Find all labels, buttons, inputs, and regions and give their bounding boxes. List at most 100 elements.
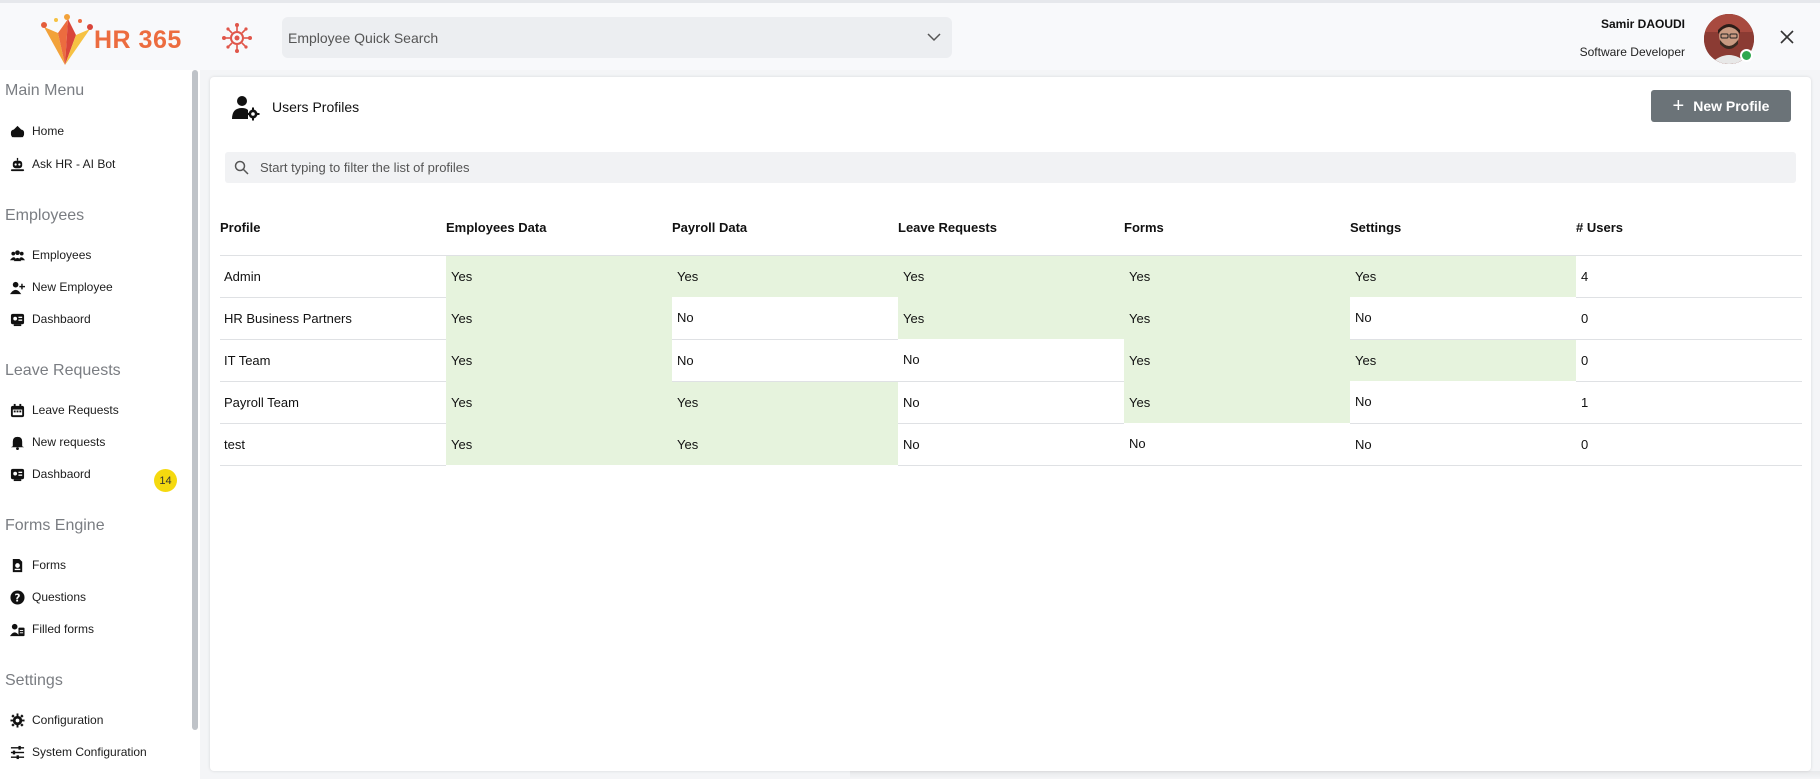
permission-cell: No (672, 339, 898, 382)
permission-cell: No (1350, 423, 1576, 466)
sidebar-item-configuration[interactable]: Configuration (9, 709, 103, 731)
column-header[interactable]: Profile (220, 201, 446, 256)
top-bar: HR 365 Samir DAOUDI Softw (0, 0, 1820, 70)
online-status-icon (1740, 49, 1753, 62)
users-count-cell: 0 (1576, 339, 1802, 382)
sidebar-item-employees[interactable]: Employees (9, 244, 91, 266)
sliders-icon (9, 744, 25, 760)
sidebar-item-label: Questions (32, 590, 87, 604)
calendar-icon (9, 402, 25, 418)
dashboard-icon (9, 466, 25, 482)
column-header[interactable]: Leave Requests (898, 201, 1124, 256)
permission-cell: Yes (446, 423, 672, 465)
profile-filter-input[interactable] (260, 160, 1760, 175)
sidebar-item-label: New Employee (32, 280, 113, 294)
permission-cell: Yes (1124, 381, 1350, 423)
gear-icon (9, 712, 25, 728)
users-count-cell: 0 (1576, 423, 1802, 466)
permission-cell: Yes (1124, 297, 1350, 339)
sidebar-item-dashboard-employees[interactable]: Dashbaord (9, 308, 91, 330)
table-row[interactable]: HR Business Partners Yes No Yes Yes No 0 (220, 297, 1802, 340)
page-title: Users Profiles (272, 99, 360, 115)
bottom-shadow (850, 771, 1820, 779)
menu-toggle-icon[interactable] (221, 22, 253, 54)
permission-cell: Yes (898, 255, 1124, 297)
permission-cell: Yes (1350, 339, 1576, 381)
sidebar-item-leave-requests[interactable]: Leave Requests (9, 399, 119, 421)
section-title-settings: Settings (5, 672, 63, 689)
permission-cell: Yes (446, 255, 672, 297)
permission-cell: Yes (1124, 339, 1350, 381)
table-row[interactable]: IT Team Yes No No Yes Yes 0 (220, 339, 1802, 382)
table-row[interactable]: Admin Yes Yes Yes Yes Yes 4 (220, 255, 1802, 298)
profile-name-cell: HR Business Partners (220, 297, 446, 340)
sidebar-item-ask-hr[interactable]: Ask HR - AI Bot (9, 153, 115, 175)
section-title-employees: Employees (5, 207, 85, 224)
user-info: Samir DAOUDI Software Developer (1580, 16, 1685, 60)
search-icon (234, 160, 249, 175)
permission-cell: No (1124, 423, 1350, 466)
permission-cell: Yes (672, 381, 898, 423)
column-header[interactable]: Employees Data (446, 201, 672, 256)
sidebar-item-system-configuration[interactable]: System Configuration (9, 741, 147, 763)
quick-search-input[interactable] (288, 29, 908, 46)
permission-cell: Yes (898, 297, 1124, 339)
sidebar-item-label: Configuration (32, 713, 104, 727)
home-icon (9, 123, 25, 139)
logo-text: HR 365 (94, 25, 182, 54)
profile-filter[interactable] (225, 152, 1796, 183)
table-row[interactable]: test Yes Yes No No No 0 (220, 423, 1802, 466)
permission-cell: No (1350, 381, 1576, 424)
form-icon (9, 557, 25, 573)
employee-quick-search[interactable] (282, 17, 952, 58)
profile-name-cell: Payroll Team (220, 381, 446, 424)
column-header[interactable]: Forms (1124, 201, 1350, 256)
sidebar-item-label: Employees (32, 248, 92, 262)
user-gear-icon (232, 96, 260, 121)
logo-icon (41, 14, 93, 65)
sidebar-item-dashboard-leave[interactable]: Dashbaord (9, 463, 91, 485)
sidebar-item-label: System Configuration (32, 745, 147, 759)
permission-cell: Yes (672, 423, 898, 465)
users-count-cell: 4 (1576, 255, 1802, 298)
sidebar-item-label: Home (32, 124, 65, 138)
robot-icon (9, 156, 25, 172)
close-icon[interactable] (1778, 28, 1796, 46)
users-count-cell: 1 (1576, 381, 1802, 424)
sidebar-item-forms[interactable]: Forms (9, 554, 66, 576)
sidebar-item-label: Dashbaord (32, 467, 91, 481)
permission-cell: Yes (1124, 255, 1350, 297)
question-icon: ? (9, 589, 25, 605)
profile-name-cell: test (220, 423, 446, 466)
bell-icon (9, 434, 25, 450)
column-header[interactable]: Settings (1350, 201, 1576, 256)
permission-cell: No (1350, 297, 1576, 340)
sidebar-item-new-employee[interactable]: New Employee (9, 276, 113, 298)
column-header[interactable]: # Users (1576, 201, 1802, 256)
users-icon (9, 247, 25, 263)
svg-text:?: ? (14, 592, 20, 604)
leave-requests-count-badge: 14 (154, 469, 177, 492)
profile-name-cell: IT Team (220, 339, 446, 382)
plus-icon: + (1672, 95, 1685, 117)
permission-cell: No (898, 339, 1124, 382)
user-role: Software Developer (1579, 45, 1685, 59)
column-header[interactable]: Payroll Data (672, 201, 898, 256)
chevron-down-icon[interactable] (926, 29, 942, 45)
table-header-row: Profile Employees Data Payroll Data Leav… (220, 201, 1802, 256)
sidebar-item-new-requests[interactable]: New requests (9, 431, 105, 453)
permission-cell: No (672, 297, 898, 340)
sidebar-item-filled-forms[interactable]: Filled forms (9, 618, 94, 640)
sidebar-item-questions[interactable]: ? Questions (9, 586, 86, 608)
permission-cell: Yes (446, 339, 672, 381)
permission-cell: Yes (446, 297, 672, 339)
sidebar-item-home[interactable]: Home (9, 120, 64, 142)
permission-cell: Yes (672, 255, 898, 297)
section-title-leave-requests: Leave Requests (5, 362, 121, 379)
new-profile-button[interactable]: + New Profile (1651, 90, 1791, 122)
app-logo[interactable]: HR 365 (36, 13, 186, 67)
permission-cell: Yes (1350, 255, 1576, 297)
table-row[interactable]: Payroll Team Yes Yes No Yes No 1 (220, 381, 1802, 424)
users-profiles-panel: Users Profiles + New Profile Profile Emp… (210, 77, 1811, 771)
sidebar-scrollbar[interactable] (192, 70, 198, 730)
